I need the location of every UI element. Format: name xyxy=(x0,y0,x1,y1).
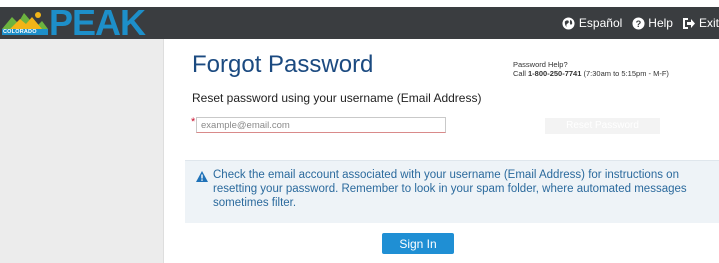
globe-icon xyxy=(562,16,576,30)
required-marker: * xyxy=(191,116,196,128)
email-input[interactable] xyxy=(196,117,446,133)
nav-exit-label: Exit xyxy=(698,16,719,30)
reset-password-button[interactable]: Reset Password xyxy=(545,118,660,134)
help-phone-number[interactable]: 1-800-250-7741 xyxy=(528,69,581,78)
logo-colorado-text: COLORADO xyxy=(3,29,37,35)
info-message-text: Check the email account associated with … xyxy=(213,169,687,209)
page-title: Forgot Password xyxy=(192,51,374,78)
nav-espanol[interactable]: Español xyxy=(562,16,622,30)
header-bar: COLORADO PEAK Español ? Help Exit xyxy=(0,4,719,42)
help-call-prefix: Call xyxy=(513,69,529,78)
nav-espanol-label: Español xyxy=(578,16,623,30)
password-help-heading: Password Help? xyxy=(513,60,568,69)
info-message: Check the email account associated with … xyxy=(185,160,719,223)
colorado-peak-logo[interactable]: COLORADO PEAK xyxy=(0,4,146,42)
nav-help-label: Help xyxy=(648,16,673,30)
svg-text:?: ? xyxy=(635,19,641,29)
nav-exit[interactable]: Exit xyxy=(682,16,719,30)
header-nav: Español ? Help Exit xyxy=(562,7,719,39)
logo-peak-text: PEAK xyxy=(49,2,146,43)
password-help-phone-line: Call 1-800-250-7741 (7:30am to 5:15pm - … xyxy=(513,69,669,78)
sign-in-button[interactable]: Sign In xyxy=(382,233,454,254)
reset-instructions-label: Reset password using your username (Emai… xyxy=(192,91,482,105)
sign-out-icon xyxy=(682,16,696,30)
left-sidebar xyxy=(0,39,164,263)
warning-triangle-icon xyxy=(196,171,208,182)
nav-help[interactable]: ? Help xyxy=(631,16,673,30)
help-hours: (7:30am to 5:15pm - M-F) xyxy=(581,69,669,78)
question-circle-icon: ? xyxy=(631,16,645,30)
password-help: Password Help? Call 1-800-250-7741 (7:30… xyxy=(513,60,669,78)
